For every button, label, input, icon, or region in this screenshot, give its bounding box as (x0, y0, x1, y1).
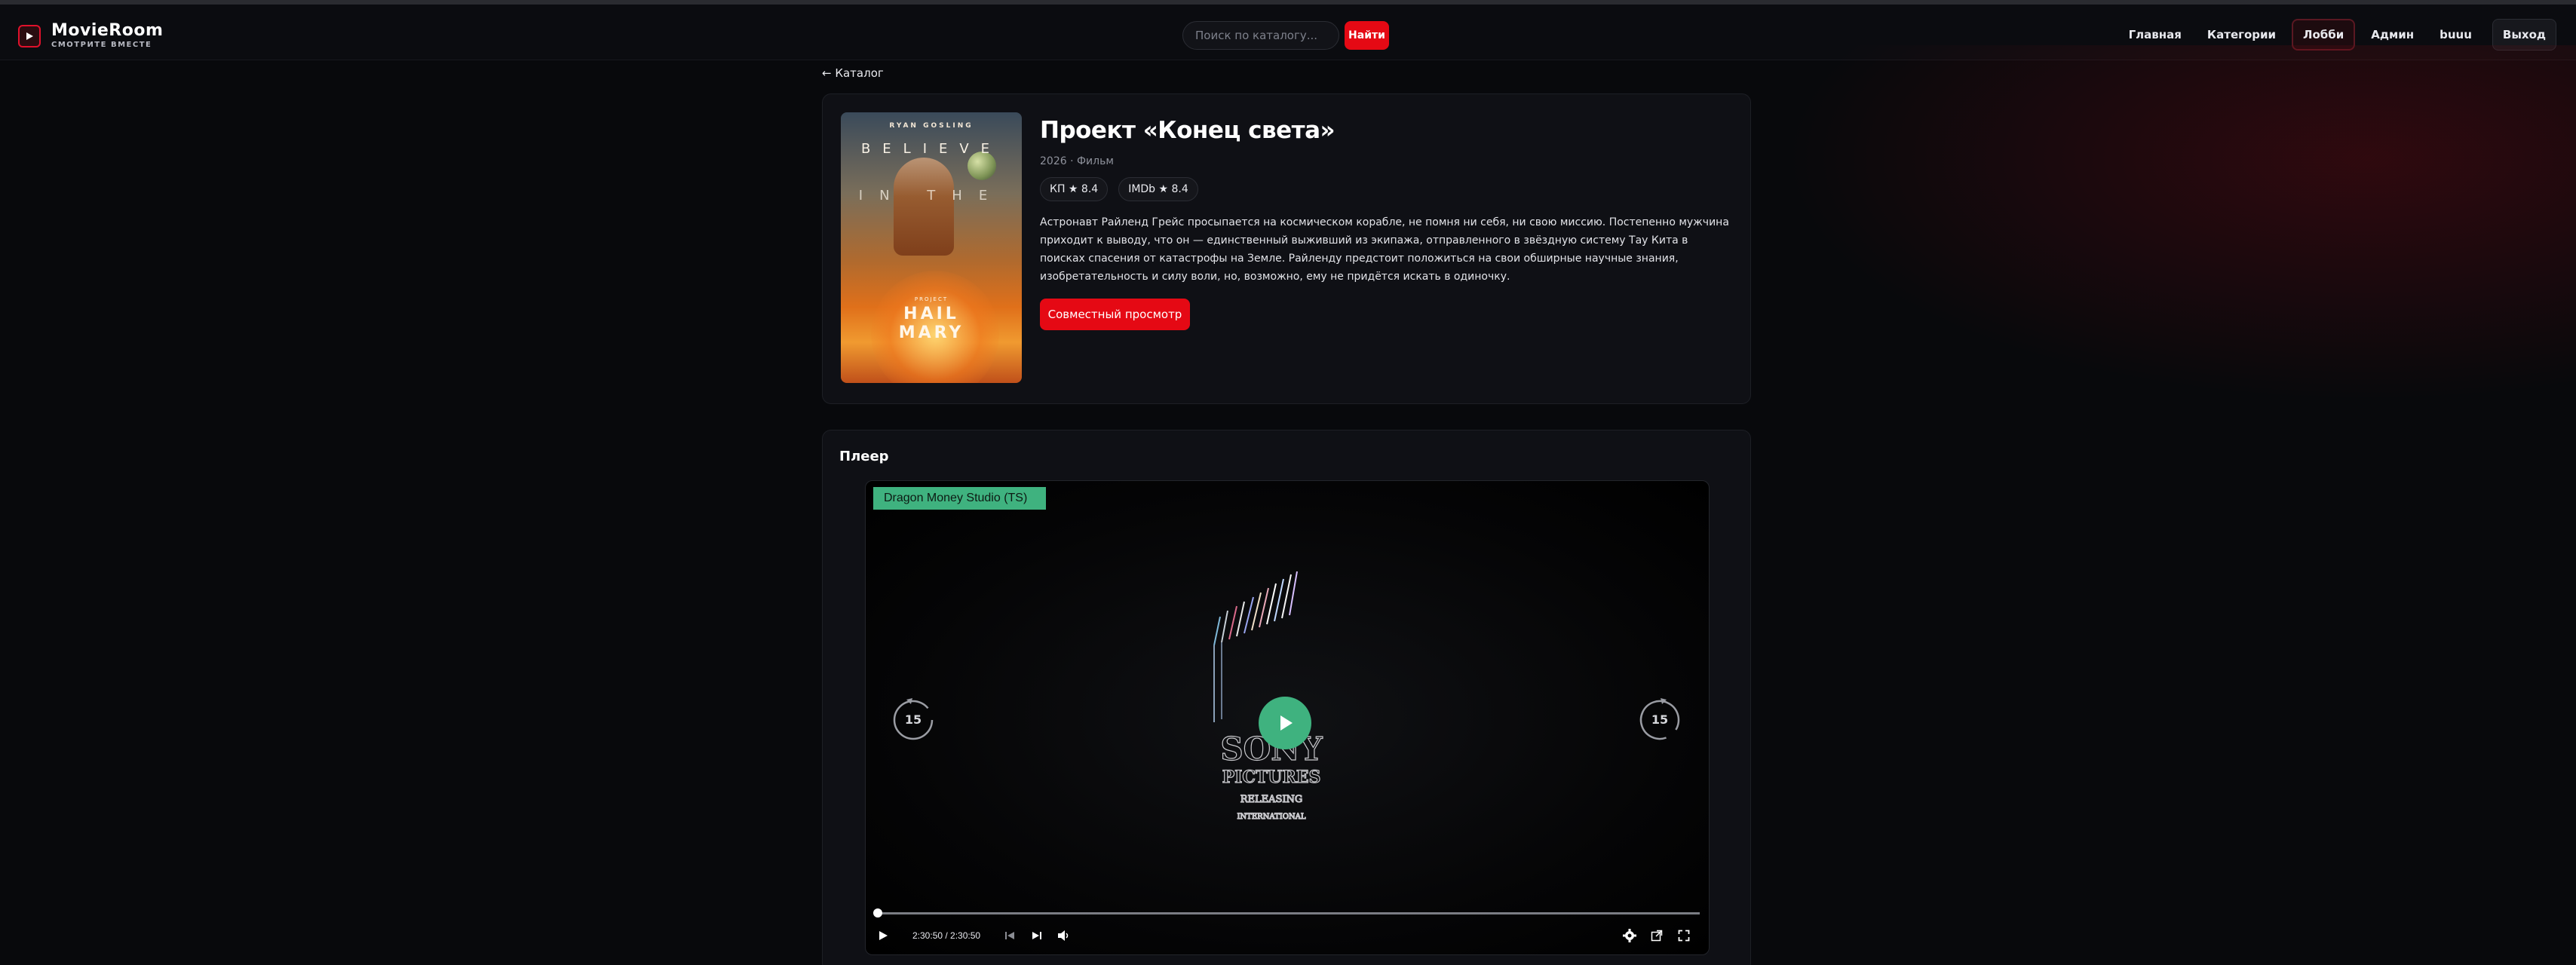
movie-description: Астронавт Райленд Грейс просыпается на к… (1040, 216, 1729, 283)
breadcrumb-catalog-link[interactable]: ← Каталог (822, 66, 884, 80)
source-selector[interactable]: Dragon Money Studio (TS) (873, 487, 1046, 510)
kp-rating-badge: КП ★ 8.4 (1040, 177, 1109, 201)
main-nav: Главная Категории Лобби Админ buuu Выход (2113, 19, 2556, 51)
skip-previous-icon (1005, 932, 1014, 939)
time-display: 2:30:50 / 2:30:50 (912, 930, 981, 941)
logout-button[interactable]: Выход (2492, 19, 2556, 51)
player-section-title: Плеер (839, 449, 889, 464)
poster-tagline-2: IN THE (858, 188, 1004, 204)
previous-button[interactable] (1000, 926, 1020, 945)
svg-text:INTERNATIONAL: INTERNATIONAL (1237, 813, 1305, 821)
rewind-seconds: 15 (904, 712, 922, 727)
video-player[interactable]: Dragon Money Studio (TS) SONY PICTURES R… (865, 480, 1710, 955)
top-navbar: MovieRoom СМОТРИТЕ ВМЕСТЕ Найти Главная … (0, 0, 2576, 60)
popout-button[interactable] (1647, 926, 1667, 945)
search-button[interactable]: Найти (1345, 21, 1389, 50)
next-button[interactable] (1027, 926, 1047, 945)
volume-button[interactable] (1054, 926, 1074, 945)
poster-project-label: PROJECT (914, 296, 949, 302)
svg-text:RELEASING: RELEASING (1240, 794, 1303, 805)
external-window-icon (1651, 930, 1663, 942)
nav-admin[interactable]: Админ (2361, 19, 2424, 51)
movie-info-card: RYAN GOSLING BELIEVE IN THE PROJECT HAIL… (822, 93, 1751, 404)
play-control-button[interactable] (873, 926, 893, 945)
svg-text:PICTURES: PICTURES (1222, 767, 1321, 787)
background-glow (1734, 45, 2576, 422)
imdb-rating-badge: IMDb ★ 8.4 (1118, 177, 1198, 201)
brand-logo[interactable]: MovieRoom СМОТРИТЕ ВМЕСТЕ (18, 23, 163, 49)
movie-title: Проект «Конец света» (1040, 117, 1336, 144)
fullscreen-icon (1678, 930, 1690, 942)
fullscreen-button[interactable] (1674, 926, 1694, 945)
play-icon (1280, 715, 1293, 731)
nav-user[interactable]: buuu (2430, 19, 2482, 51)
brand-name: MovieRoom (51, 21, 164, 40)
play-small-icon (879, 931, 888, 940)
brand-tagline: СМОТРИТЕ ВМЕСТЕ (51, 41, 152, 49)
rewind-15-button[interactable]: 15 (891, 698, 935, 742)
nav-lobby[interactable]: Лобби (2292, 19, 2356, 51)
movie-meta: 2026 · Фильм (1040, 155, 1114, 167)
play-button[interactable] (1259, 697, 1311, 749)
play-logo-icon (18, 24, 41, 47)
player-card: Плеер Dragon Money Studio (TS) SONY PICT… (822, 430, 1751, 965)
volume-icon (1058, 930, 1069, 941)
poster-astronaut (894, 158, 954, 256)
gear-icon (1623, 929, 1636, 942)
progress-bar[interactable] (876, 912, 1700, 914)
forward-seconds: 15 (1651, 712, 1669, 727)
rating-badges: КП ★ 8.4 IMDb ★ 8.4 (1040, 177, 1209, 201)
search-input[interactable] (1182, 21, 1339, 50)
progress-handle[interactable] (873, 908, 882, 918)
poster-actor: RYAN GOSLING (889, 122, 974, 130)
forward-15-button[interactable]: 15 (1638, 698, 1682, 742)
poster-tagline-1: BELIEVE (860, 141, 1002, 157)
settings-button[interactable] (1620, 926, 1639, 945)
skip-next-icon (1032, 932, 1041, 939)
nav-categories[interactable]: Категории (2197, 19, 2286, 51)
nav-home[interactable]: Главная (2119, 19, 2191, 51)
watch-together-button[interactable]: Совместный просмотр (1040, 299, 1190, 330)
poster-title-2: MARY (898, 323, 964, 342)
poster-title-1: HAIL (903, 305, 959, 323)
movie-poster: RYAN GOSLING BELIEVE IN THE PROJECT HAIL… (841, 112, 1022, 383)
